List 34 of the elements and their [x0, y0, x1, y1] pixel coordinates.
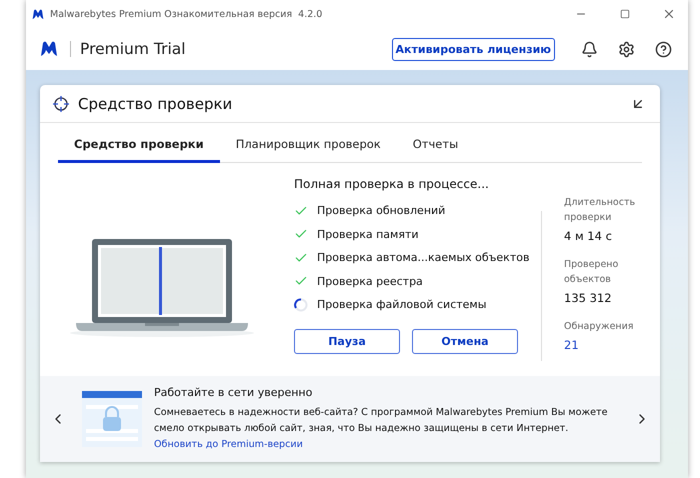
stat-value: 135 312 — [564, 291, 613, 305]
tab[interactable]: Средство проверки — [58, 129, 220, 163]
step-label: Проверка автома...каемых объектов — [317, 251, 530, 264]
logo-icon — [32, 8, 44, 20]
window-title: Malwarebytes Premium Ознакомительная версия 4.2.0 — [50, 8, 324, 20]
locked-page-drawing — [80, 389, 144, 449]
stat-label: Обнаружения — [564, 320, 635, 334]
crosshair-icon — [52, 94, 70, 112]
tab[interactable]: Отчеты — [396, 129, 474, 163]
tab[interactable]: Планировщик проверок — [220, 129, 397, 163]
cancel-button[interactable]: Отмена — [412, 328, 518, 354]
promo-title: Работайте в сети уверенно — [154, 386, 314, 398]
settings-icon[interactable] — [618, 40, 635, 58]
stat-value[interactable]: 21 — [564, 338, 644, 352]
scan-heading: Полная проверка в процессе... — [294, 177, 490, 191]
stat-value: 4 м 14 с — [564, 229, 613, 243]
product-name: Premium Trial — [70, 41, 380, 57]
help-icon[interactable] — [655, 40, 672, 58]
bell-icon[interactable] — [581, 40, 598, 58]
step-label: Проверка обновлений — [317, 204, 446, 218]
maximize-icon[interactable] — [620, 9, 630, 19]
stat-label: Проверено объектов — [564, 258, 620, 287]
step-label: Проверка памяти — [317, 228, 419, 241]
spinner-icon — [294, 298, 308, 312]
card-title: Средство проверки — [78, 94, 234, 112]
promo-text: Сомневаетесь в надежности веб-сайта? С программой Malwarebytes Premium Вы можете смело открывать любой сайт, зная, что Вы надежно защищены в сети Интернет. Обновить до Premium-версии — [154, 406, 609, 452]
pause-button[interactable]: Пауза — [294, 328, 400, 354]
stat-label: Длительность проверки — [564, 196, 636, 225]
upgrade-link[interactable]: Обновить до Premium-версии — [154, 438, 303, 450]
activate-button[interactable]: Активировать лицензию — [392, 38, 555, 60]
step-label: Проверка реестра — [317, 274, 423, 288]
step-label: Проверка файловой системы — [317, 298, 486, 312]
close-icon[interactable] — [662, 7, 676, 21]
logo-icon — [40, 41, 58, 57]
